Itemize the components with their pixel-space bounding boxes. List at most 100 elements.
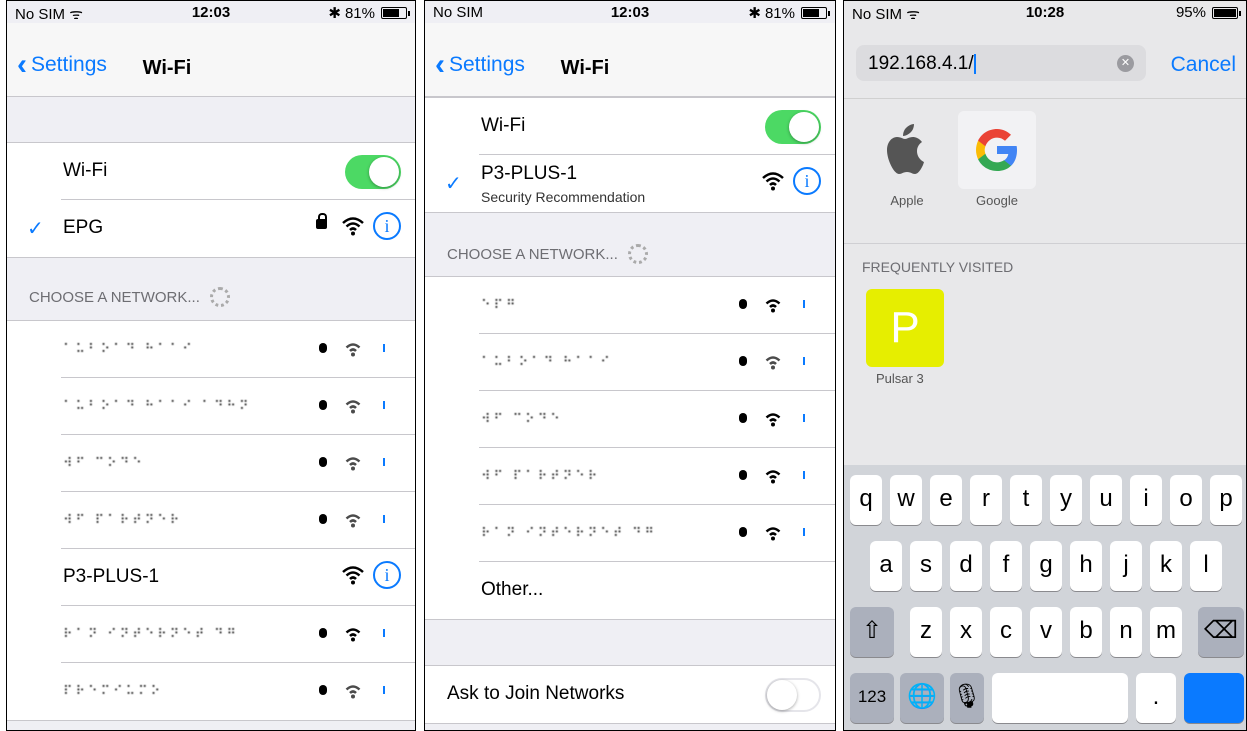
screen-wifi-settings-2: No SIM 12:03 ✱ 81% ‹ Settings Wi-Fi Wi-Fi … bbox=[424, 0, 836, 731]
wifi-toggle[interactable] bbox=[765, 110, 821, 144]
shift-key[interactable]: ⇧ bbox=[850, 607, 894, 657]
wifi-signal-icon bbox=[765, 527, 781, 541]
clear-icon[interactable]: ✕ bbox=[1117, 55, 1134, 72]
key-s[interactable]: s bbox=[910, 541, 942, 591]
info-button[interactable] bbox=[803, 471, 805, 479]
connected-network-name: P3-PLUS-1 bbox=[481, 163, 578, 184]
url-input[interactable]: 192.168.4.1/ ✕ bbox=[856, 45, 1146, 81]
network-row[interactable]: ⠗⠁⠝ ⠊⠝⠞⠑⠗⠝⠑⠞ ⠙⠛ bbox=[61, 606, 415, 663]
key-n[interactable]: n bbox=[1110, 607, 1142, 657]
network-row[interactable]: ⠺⠋ ⠏⠁⠗⠞⠝⠑⠗ bbox=[61, 492, 415, 549]
info-button[interactable]: i bbox=[373, 561, 401, 589]
key-p[interactable]: p bbox=[1210, 475, 1242, 525]
key-v[interactable]: v bbox=[1030, 607, 1062, 657]
key-g[interactable]: g bbox=[1030, 541, 1062, 591]
key-a[interactable]: a bbox=[870, 541, 902, 591]
key-x[interactable]: x bbox=[950, 607, 982, 657]
keyboard: q w e r t y u i o p a s d f g h j k l ⇧ … bbox=[844, 465, 1246, 730]
network-row[interactable]: ⠁⠥⠃⠕⠁⠙ ⠓⠁⠁⠊ ⠁⠙⠓⠝ bbox=[61, 378, 415, 435]
space-key[interactable] bbox=[992, 673, 1128, 723]
info-button[interactable] bbox=[803, 300, 805, 308]
key-u[interactable]: u bbox=[1090, 475, 1122, 525]
info-button[interactable] bbox=[383, 686, 385, 694]
battery-percent: 81% bbox=[344, 4, 375, 22]
info-button[interactable] bbox=[803, 357, 805, 365]
connected-network-row[interactable]: ✓ P3-PLUS-1 Security Recommendation i bbox=[445, 155, 835, 212]
info-button[interactable] bbox=[803, 528, 805, 536]
network-row[interactable]: ⠁⠥⠃⠕⠁⠙ ⠓⠁⠁⠊ bbox=[479, 334, 835, 391]
key-q[interactable]: q bbox=[850, 475, 882, 525]
wifi-toggle[interactable] bbox=[345, 155, 401, 189]
network-row[interactable]: ⠺⠋ ⠉⠕⠙⠑ bbox=[479, 391, 835, 448]
google-logo-icon bbox=[958, 111, 1036, 189]
favorite-google[interactable]: Google bbox=[958, 111, 1036, 208]
delete-key[interactable]: ⌫ bbox=[1198, 607, 1244, 657]
divider bbox=[844, 243, 1246, 244]
page-title: Wi-Fi bbox=[560, 57, 610, 79]
period-key[interactable]: . bbox=[1136, 673, 1176, 723]
network-row-p3-plus[interactable]: P3-PLUS-1 i bbox=[61, 549, 415, 606]
info-button[interactable] bbox=[383, 458, 385, 466]
numbers-key[interactable]: 123 bbox=[850, 673, 894, 723]
key-f[interactable]: f bbox=[990, 541, 1022, 591]
status-bar: No SIM 12:03 ✱ 81% bbox=[425, 1, 835, 23]
ask-to-join-toggle[interactable] bbox=[765, 678, 821, 712]
info-button[interactable] bbox=[383, 629, 385, 637]
other-network-row[interactable]: Other... bbox=[479, 562, 835, 619]
lock-icon bbox=[739, 356, 747, 366]
checkmark-icon: ✓ bbox=[27, 218, 44, 240]
key-e[interactable]: e bbox=[930, 475, 962, 525]
lock-icon bbox=[319, 343, 327, 353]
info-button[interactable] bbox=[383, 401, 385, 409]
network-row[interactable]: ⠺⠋ ⠉⠕⠙⠑ bbox=[61, 435, 415, 492]
info-button[interactable] bbox=[803, 414, 805, 422]
globe-key[interactable]: 🌐 bbox=[900, 673, 944, 723]
loading-spinner-icon bbox=[627, 244, 648, 264]
network-row[interactable]: ⠗⠁⠝ ⠊⠝⠞⠑⠗⠝⠑⠞ ⠙⠛ bbox=[479, 505, 835, 562]
key-z[interactable]: z bbox=[910, 607, 942, 657]
key-b[interactable]: b bbox=[1070, 607, 1102, 657]
globe-icon: 🌐 bbox=[907, 683, 937, 710]
favorite-apple[interactable]: Apple bbox=[868, 111, 946, 208]
security-recommendation-label: Security Recommendation bbox=[481, 189, 646, 205]
cancel-button[interactable]: Cancel bbox=[1171, 53, 1236, 77]
key-k[interactable]: k bbox=[1150, 541, 1182, 591]
dictation-key[interactable]: 🎙 bbox=[950, 673, 984, 723]
status-bar: No SIM ᯤ 12:03 ✱ 81% bbox=[7, 1, 415, 23]
key-l[interactable]: l bbox=[1190, 541, 1222, 591]
info-button[interactable] bbox=[383, 344, 385, 352]
network-row[interactable]: ⠏⠗⠑⠍⠊⠥⠍⠕ bbox=[61, 663, 415, 720]
key-o[interactable]: o bbox=[1170, 475, 1202, 525]
info-button[interactable]: i bbox=[793, 167, 821, 195]
key-w[interactable]: w bbox=[890, 475, 922, 525]
key-r[interactable]: r bbox=[970, 475, 1002, 525]
battery-status: 95% bbox=[1176, 4, 1241, 21]
network-name-obscured: ⠑⠏⠛ bbox=[481, 297, 519, 312]
network-row[interactable]: ⠺⠋ ⠏⠁⠗⠞⠝⠑⠗ bbox=[479, 448, 835, 505]
wifi-signal-icon bbox=[342, 566, 364, 585]
frequently-visited-header: FREQUENTLY VISITED bbox=[862, 259, 1014, 275]
key-t[interactable]: t bbox=[1010, 475, 1042, 525]
lock-icon bbox=[319, 400, 327, 410]
network-name-obscured: ⠺⠋ ⠏⠁⠗⠞⠝⠑⠗ bbox=[481, 468, 601, 483]
go-key[interactable] bbox=[1184, 673, 1244, 723]
key-i[interactable]: i bbox=[1130, 475, 1162, 525]
navigation-bar: ‹ Settings Wi-Fi bbox=[7, 23, 415, 97]
network-row[interactable]: ⠑⠏⠛ bbox=[479, 277, 835, 334]
info-button[interactable] bbox=[383, 515, 385, 523]
connected-network-row[interactable]: ✓ EPG i bbox=[27, 200, 415, 257]
chevron-left-icon: ‹ bbox=[435, 48, 445, 81]
network-row[interactable]: ⠁⠥⠃⠕⠁⠙ ⠓⠁⠁⠊ bbox=[61, 321, 415, 378]
info-button[interactable]: i bbox=[373, 212, 401, 240]
key-y[interactable]: y bbox=[1050, 475, 1082, 525]
key-m[interactable]: m bbox=[1150, 607, 1182, 657]
status-bar: No SIM ᯤ 10:28 95% bbox=[844, 1, 1246, 23]
key-c[interactable]: c bbox=[990, 607, 1022, 657]
wifi-signal-icon bbox=[765, 470, 781, 484]
lock-icon bbox=[316, 213, 327, 229]
key-j[interactable]: j bbox=[1110, 541, 1142, 591]
key-d[interactable]: d bbox=[950, 541, 982, 591]
wifi-signal-icon bbox=[345, 343, 361, 357]
frequent-pulsar[interactable]: P Pulsar 3 bbox=[866, 289, 944, 386]
key-h[interactable]: h bbox=[1070, 541, 1102, 591]
